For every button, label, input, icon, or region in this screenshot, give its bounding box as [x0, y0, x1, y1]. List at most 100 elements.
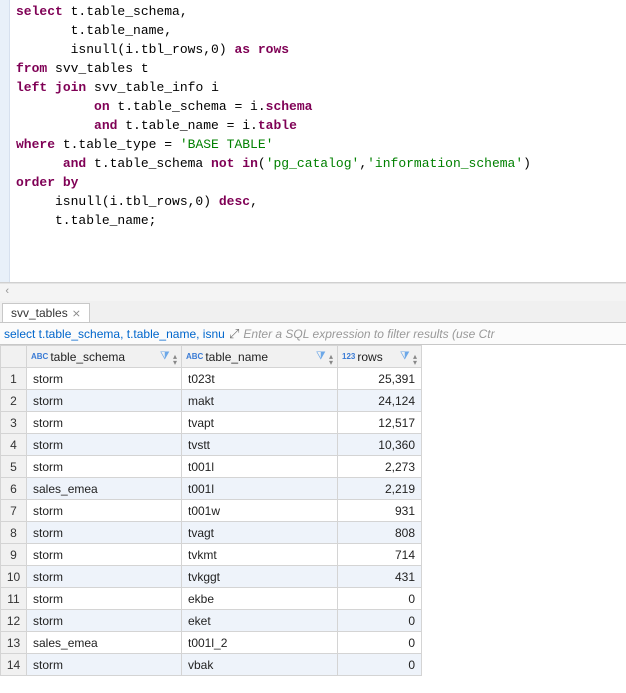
results-tab[interactable]: svv_tables ⨯: [2, 303, 90, 322]
sort-icon[interactable]: ▴▾: [413, 354, 417, 365]
column-header-table-name[interactable]: ABC table_name ⧩ ▴▾: [182, 346, 338, 368]
table-row[interactable]: 14stormvbak0: [1, 654, 422, 676]
row-number-cell[interactable]: 7: [1, 500, 27, 522]
cell-rows[interactable]: 808: [338, 522, 422, 544]
cell-table-name[interactable]: tvagt: [182, 522, 338, 544]
cell-table-name[interactable]: t023t: [182, 368, 338, 390]
cell-rows[interactable]: 931: [338, 500, 422, 522]
table-row[interactable]: 12stormeket0: [1, 610, 422, 632]
cell-table-schema[interactable]: storm: [27, 610, 182, 632]
cell-table-schema[interactable]: storm: [27, 390, 182, 412]
row-number-cell[interactable]: 9: [1, 544, 27, 566]
table-row[interactable]: 9stormtvkmt714: [1, 544, 422, 566]
scroll-left-icon[interactable]: ‹: [4, 286, 11, 298]
cell-rows[interactable]: 25,391: [338, 368, 422, 390]
results-tab-bar: svv_tables ⨯: [0, 301, 626, 323]
row-number-header[interactable]: [1, 346, 27, 368]
cell-table-schema[interactable]: sales_emea: [27, 632, 182, 654]
sql-editor[interactable]: select t.table_schema, t.table_name, isn…: [10, 0, 626, 282]
cell-rows[interactable]: 431: [338, 566, 422, 588]
sql-editor-pane: select t.table_schema, t.table_name, isn…: [0, 0, 626, 283]
cell-rows[interactable]: 0: [338, 610, 422, 632]
cell-table-name[interactable]: tvstt: [182, 434, 338, 456]
cell-rows[interactable]: 2,273: [338, 456, 422, 478]
funnel-icon[interactable]: ⧩: [400, 350, 410, 362]
table-row[interactable]: 3stormtvapt12,517: [1, 412, 422, 434]
cell-table-schema[interactable]: sales_emea: [27, 478, 182, 500]
cell-table-name[interactable]: tvapt: [182, 412, 338, 434]
column-header-rows[interactable]: 123 rows ⧩ ▴▾: [338, 346, 422, 368]
cell-rows[interactable]: 10,360: [338, 434, 422, 456]
filter-input[interactable]: Enter a SQL expression to filter results…: [243, 327, 494, 341]
table-row[interactable]: 8stormtvagt808: [1, 522, 422, 544]
table-row[interactable]: 4stormtvstt10,360: [1, 434, 422, 456]
column-label: table_schema: [50, 350, 125, 364]
sort-icon[interactable]: ▴▾: [173, 354, 177, 365]
row-number-cell[interactable]: 13: [1, 632, 27, 654]
type-badge-number-icon: 123: [342, 353, 355, 361]
column-label: rows: [357, 350, 382, 364]
cell-table-name[interactable]: tvkmt: [182, 544, 338, 566]
row-number-cell[interactable]: 12: [1, 610, 27, 632]
results-filter-bar: select t.table_schema, t.table_name, isn…: [0, 323, 626, 345]
cell-table-schema[interactable]: storm: [27, 500, 182, 522]
type-badge-text-icon: ABC: [186, 353, 203, 361]
type-badge-text-icon: ABC: [31, 353, 48, 361]
cell-table-name[interactable]: tvkggt: [182, 566, 338, 588]
cell-table-schema[interactable]: storm: [27, 654, 182, 676]
row-number-cell[interactable]: 4: [1, 434, 27, 456]
table-row[interactable]: 1stormt023t25,391: [1, 368, 422, 390]
editor-gutter: [0, 0, 10, 282]
table-row[interactable]: 5stormt001l2,273: [1, 456, 422, 478]
cell-table-name[interactable]: t001l: [182, 478, 338, 500]
cell-table-schema[interactable]: storm: [27, 588, 182, 610]
funnel-icon[interactable]: ⧩: [316, 350, 326, 362]
row-number-cell[interactable]: 11: [1, 588, 27, 610]
cell-table-name[interactable]: t001w: [182, 500, 338, 522]
row-number-cell[interactable]: 8: [1, 522, 27, 544]
column-header-table-schema[interactable]: ABC table_schema ⧩ ▴▾: [27, 346, 182, 368]
row-number-cell[interactable]: 14: [1, 654, 27, 676]
results-tab-label: svv_tables: [11, 306, 68, 320]
row-number-cell[interactable]: 3: [1, 412, 27, 434]
cell-table-name[interactable]: ekbe: [182, 588, 338, 610]
row-number-cell[interactable]: 10: [1, 566, 27, 588]
cell-rows[interactable]: 24,124: [338, 390, 422, 412]
cell-table-name[interactable]: makt: [182, 390, 338, 412]
cell-rows[interactable]: 0: [338, 632, 422, 654]
cell-rows[interactable]: 0: [338, 588, 422, 610]
cell-table-name[interactable]: vbak: [182, 654, 338, 676]
filter-sql-preview[interactable]: select t.table_schema, t.table_name, isn…: [0, 327, 225, 341]
row-number-cell[interactable]: 2: [1, 390, 27, 412]
sort-icon[interactable]: ▴▾: [329, 354, 333, 365]
table-row[interactable]: 11stormekbe0: [1, 588, 422, 610]
table-row[interactable]: 6sales_emeat001l2,219: [1, 478, 422, 500]
cell-rows[interactable]: 714: [338, 544, 422, 566]
cell-rows[interactable]: 12,517: [338, 412, 422, 434]
cell-table-name[interactable]: eket: [182, 610, 338, 632]
row-number-cell[interactable]: 5: [1, 456, 27, 478]
results-grid: ABC table_schema ⧩ ▴▾ ABC table_name: [0, 345, 422, 676]
row-number-cell[interactable]: 6: [1, 478, 27, 500]
cell-table-schema[interactable]: storm: [27, 434, 182, 456]
table-row[interactable]: 10stormtvkggt431: [1, 566, 422, 588]
cell-rows[interactable]: 0: [338, 654, 422, 676]
expand-icon[interactable]: ⤢: [229, 326, 239, 342]
cell-table-schema[interactable]: storm: [27, 368, 182, 390]
table-row[interactable]: 2stormmakt24,124: [1, 390, 422, 412]
cell-table-schema[interactable]: storm: [27, 522, 182, 544]
row-number-cell[interactable]: 1: [1, 368, 27, 390]
table-row[interactable]: 13sales_emeat001l_20: [1, 632, 422, 654]
cell-table-schema[interactable]: storm: [27, 456, 182, 478]
column-label: table_name: [205, 350, 268, 364]
table-row[interactable]: 7stormt001w931: [1, 500, 422, 522]
cell-table-schema[interactable]: storm: [27, 544, 182, 566]
cell-table-name[interactable]: t001l: [182, 456, 338, 478]
close-icon[interactable]: ⨯: [72, 307, 81, 320]
editor-horizontal-scrollbar[interactable]: ‹: [0, 283, 626, 301]
funnel-icon[interactable]: ⧩: [160, 350, 170, 362]
cell-table-schema[interactable]: storm: [27, 412, 182, 434]
cell-rows[interactable]: 2,219: [338, 478, 422, 500]
cell-table-schema[interactable]: storm: [27, 566, 182, 588]
cell-table-name[interactable]: t001l_2: [182, 632, 338, 654]
